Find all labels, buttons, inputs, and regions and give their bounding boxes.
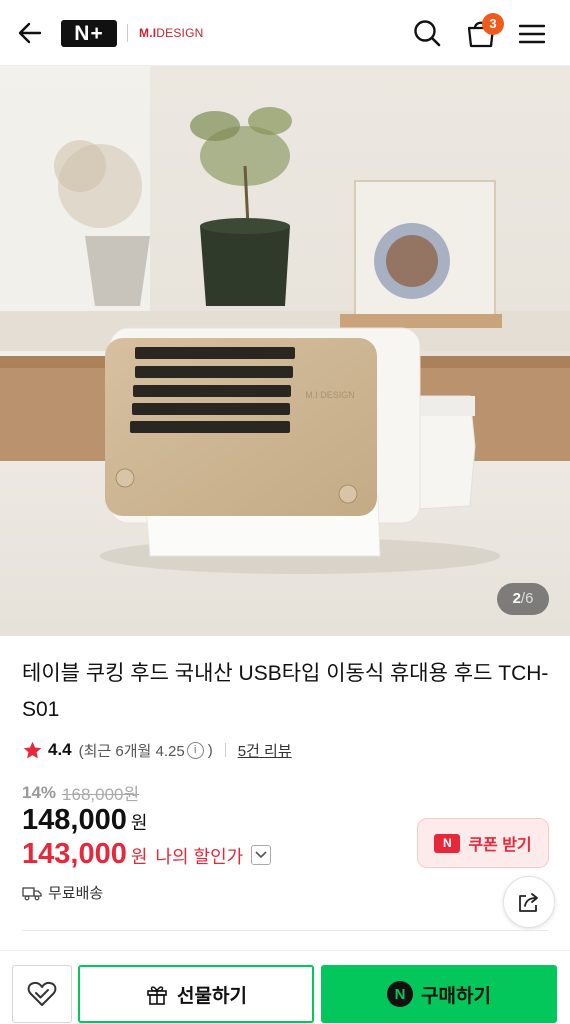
chevron-down-icon[interactable] [251,844,272,865]
share-button[interactable] [503,876,555,928]
gift-button[interactable]: 선물하기 [78,965,314,1023]
total-pages: 6 [525,590,534,607]
review-count-link[interactable]: 5건 리뷰 [238,740,292,761]
coupon-icon: N [434,833,461,853]
brand-bold: M.I [139,26,157,40]
product-title: 테이블 쿠킹 후드 국내산 USB타입 이동식 휴대용 후드 TCH-S01 [22,662,549,721]
hamburger-menu-icon[interactable] [516,18,548,50]
truck-icon [22,886,42,900]
my-discount-label: 나의 할인가 [155,847,244,867]
price-row: 148,000 원 [22,804,147,837]
shipping-label: 무료배송 [48,885,104,902]
heart-check-icon [27,981,57,1006]
recent-rating-text: (최근 6개월 4.25 [78,742,185,760]
npay-icon: N [387,981,414,1007]
my-price-unit: 원 [130,847,148,867]
image-page-indicator: 2/6 [497,583,549,615]
brand-rest: DESIGN [156,26,204,40]
buy-label: 구매하기 [421,985,491,1007]
product-engraved-logo: M.I DESIGN [305,390,355,400]
rating-divider [224,743,226,757]
coupon-label: 쿠폰 받기 [468,837,532,854]
shipping-info: 무료배송 [22,882,103,903]
bottom-action-bar: 선물하기 N 구매하기 [0,950,570,1024]
my-discount-price-row[interactable]: 143,000 원 나의 할인가 [22,838,272,871]
discount-rate: 14% [22,782,57,802]
brand-store-link[interactable]: M.IDESIGN [139,26,203,40]
logo-text: N+ [74,21,104,45]
back-arrow-icon[interactable] [14,17,46,49]
naver-plus-logo[interactable]: N+ [61,20,117,47]
coupon-icon-text: N [442,835,452,850]
top-header: N+ M.IDESIGN 3 [0,0,570,66]
recent-rating-close: ) [207,741,213,759]
price-unit: 원 [130,813,148,833]
coupon-button[interactable]: N 쿠폰 받기 [417,818,549,868]
search-icon[interactable] [410,16,444,50]
share-icon [519,893,538,912]
npay-icon-text: N [394,985,406,1003]
rating-row: 4.4 (최근 6개월 4.25 i ) 5건 리뷰 [22,736,292,764]
sale-price: 148,000 [22,804,127,836]
product-photo: M.I DESIGN [0,66,570,636]
discount-row: 14% 168,000원 [22,780,139,805]
product-image-carousel[interactable]: M.I DESIGN [0,66,570,636]
cart-count-badge: 3 [482,13,504,35]
star-icon [23,741,42,758]
logo-divider [127,24,128,42]
section-divider [22,930,548,931]
gift-icon [147,986,167,1005]
gift-label: 선물하기 [177,985,247,1007]
recent-rating: (최근 6개월 4.25 i ) [79,740,213,761]
current-page: 2 [512,590,521,607]
info-icon[interactable]: i [186,741,204,759]
rating-score: 4.4 [48,740,72,759]
original-price: 168,000원 [62,785,140,804]
buy-button[interactable]: N 구매하기 [321,965,557,1023]
my-discount-price: 143,000 [22,838,127,870]
wishlist-button[interactable] [12,965,72,1023]
